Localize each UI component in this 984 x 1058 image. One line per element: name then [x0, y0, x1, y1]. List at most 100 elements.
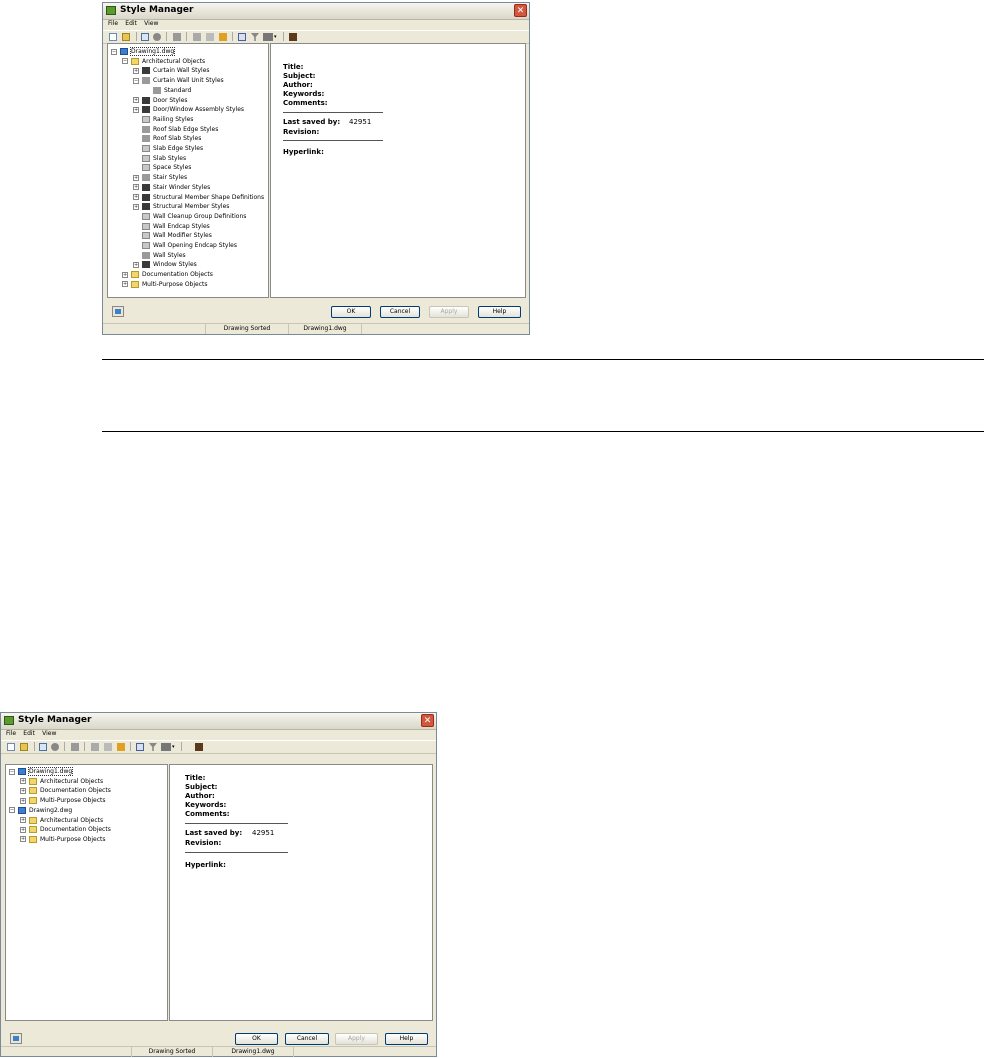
tree-item[interactable]: + Window Styles [133, 260, 197, 270]
close-icon[interactable]: ✕ [514, 4, 527, 17]
paste-icon[interactable] [51, 743, 59, 751]
expand-icon[interactable]: + [133, 261, 139, 268]
expand-icon[interactable]: + [133, 174, 139, 181]
expand-icon[interactable]: + [133, 194, 139, 200]
ok-button[interactable]: OK [331, 306, 371, 318]
tree-item[interactable]: − Drawing1.dwg [9, 767, 74, 777]
help-book-icon[interactable] [195, 743, 203, 751]
help-book-icon[interactable] [289, 33, 297, 41]
tree-item[interactable]: + Structural Member Styles [133, 202, 229, 212]
sort-icon[interactable] [104, 743, 112, 751]
close-icon[interactable]: ✕ [421, 714, 434, 727]
tree-item[interactable]: + Multi-Purpose Objects [122, 280, 207, 290]
purge-icon[interactable] [193, 33, 201, 41]
tree-item[interactable]: + Architectural Objects [20, 777, 103, 787]
expand-icon[interactable]: + [20, 797, 26, 804]
collapse-icon[interactable]: − [9, 768, 15, 775]
expand-icon[interactable]: + [20, 826, 26, 833]
tree-item[interactable]: Wall Styles [133, 251, 186, 261]
style-tree[interactable]: − Drawing1.dwg + Architectural Objects + Docu… [5, 764, 168, 1021]
chevron-down-icon[interactable]: ▾ [274, 33, 279, 41]
expand-icon[interactable]: + [133, 67, 139, 74]
filter-icon[interactable] [149, 743, 157, 751]
cancel-button[interactable]: Cancel [285, 1033, 329, 1045]
open-icon[interactable] [20, 743, 28, 751]
expand-icon[interactable]: + [20, 778, 26, 785]
tree-item[interactable]: Roof Slab Edge Styles [133, 125, 218, 135]
tree-item[interactable]: Wall Modifier Styles [133, 231, 212, 241]
tree-item[interactable]: − Curtain Wall Unit Styles [133, 76, 224, 86]
expand-icon[interactable]: + [20, 836, 26, 843]
tree-item[interactable]: − Drawing1.dwg [111, 47, 176, 57]
help-button[interactable]: Help [478, 306, 521, 318]
style-tree[interactable]: − Drawing1.dwg − Architectural Objects + Curt… [107, 43, 269, 298]
display-icon[interactable] [161, 743, 171, 751]
tree-item[interactable]: Standard [144, 86, 191, 96]
title-bar[interactable]: Style Manager ✕ [103, 3, 529, 20]
view-icon[interactable] [238, 33, 246, 41]
tree-item[interactable]: Slab Edge Styles [133, 144, 203, 154]
tree-item[interactable]: + Multi-Purpose Objects [20, 796, 105, 806]
expand-icon[interactable]: + [122, 281, 128, 288]
collapse-icon[interactable]: − [122, 58, 128, 65]
tree-item[interactable]: + Documentation Objects [20, 825, 111, 835]
ok-button[interactable]: OK [235, 1033, 278, 1045]
expand-icon[interactable]: + [133, 203, 139, 210]
menu-view[interactable]: View [42, 730, 56, 737]
collapse-icon[interactable]: − [9, 807, 15, 814]
edit-icon[interactable] [173, 33, 181, 41]
new-icon[interactable] [109, 33, 117, 41]
expand-icon[interactable]: + [133, 184, 139, 191]
paste-icon[interactable] [153, 33, 161, 41]
filter-icon[interactable] [251, 33, 259, 41]
tree-item[interactable]: + Architectural Objects [20, 816, 103, 826]
expand-icon[interactable]: + [133, 97, 139, 103]
menu-file[interactable]: File [6, 730, 16, 737]
tree-item[interactable]: Wall Opening Endcap Styles [133, 241, 237, 251]
tree-item[interactable]: Railing Styles [133, 115, 193, 125]
menu-edit[interactable]: Edit [125, 20, 137, 27]
style-browser-icon[interactable] [10, 1033, 22, 1044]
apply-button[interactable]: Apply [335, 1033, 378, 1045]
menu-edit[interactable]: Edit [23, 730, 35, 737]
tree-item[interactable]: + Stair Styles [133, 173, 187, 183]
display-icon[interactable] [263, 33, 273, 41]
tree-item[interactable]: Space Styles [133, 163, 191, 173]
tree-item[interactable]: Roof Slab Styles [133, 134, 201, 144]
tree-item[interactable]: + Stair Winder Styles [133, 183, 210, 193]
open-icon[interactable] [122, 33, 130, 41]
tree-item[interactable]: + Multi-Purpose Objects [20, 835, 105, 845]
drawing-tool-icon[interactable] [219, 33, 227, 41]
collapse-icon[interactable]: − [111, 48, 117, 55]
cancel-button[interactable]: Cancel [380, 306, 420, 318]
view-icon[interactable] [136, 743, 144, 751]
tree-item[interactable]: + Door/Window Assembly Styles [133, 105, 244, 115]
expand-icon[interactable]: + [133, 106, 139, 113]
tree-item[interactable]: + Documentation Objects [20, 786, 111, 796]
expand-icon[interactable]: + [122, 271, 128, 278]
expand-icon[interactable]: + [20, 787, 26, 794]
collapse-icon[interactable]: − [133, 77, 139, 84]
tree-item[interactable]: + Documentation Objects [122, 270, 213, 280]
help-button[interactable]: Help [385, 1033, 428, 1045]
apply-button[interactable]: Apply [429, 306, 469, 318]
tree-item[interactable]: Wall Endcap Styles [133, 222, 210, 232]
tree-item[interactable]: − Drawing2.dwg [9, 806, 72, 816]
tree-item[interactable]: − Architectural Objects [122, 57, 205, 67]
style-browser-icon[interactable] [112, 306, 124, 317]
tree-item[interactable]: Wall Cleanup Group Definitions [133, 212, 246, 222]
copy-icon[interactable] [141, 33, 149, 41]
drawing-tool-icon[interactable] [117, 743, 125, 751]
tree-item[interactable]: + Door Styles [133, 96, 188, 106]
tree-item[interactable]: + Structural Member Shape Definitions [133, 193, 264, 203]
sort-icon[interactable] [206, 33, 214, 41]
menu-file[interactable]: File [108, 20, 118, 27]
title-bar[interactable]: Style Manager ✕ [1, 713, 436, 730]
purge-icon[interactable] [91, 743, 99, 751]
expand-icon[interactable]: + [20, 817, 26, 823]
copy-icon[interactable] [39, 743, 47, 751]
chevron-down-icon[interactable]: ▾ [172, 743, 177, 751]
edit-icon[interactable] [71, 743, 79, 751]
menu-view[interactable]: View [144, 20, 158, 27]
tree-item[interactable]: + Curtain Wall Styles [133, 66, 210, 76]
